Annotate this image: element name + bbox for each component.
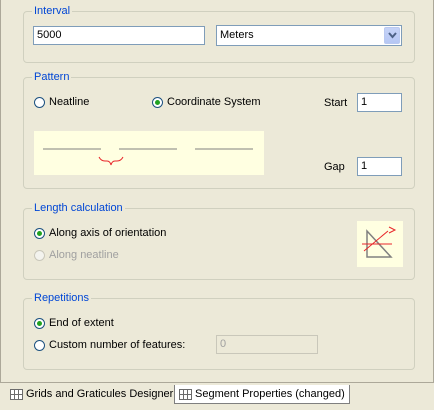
- pattern-group-title: Pattern: [32, 70, 72, 84]
- interval-units-value: Meters: [220, 29, 254, 41]
- start-input[interactable]: 1: [357, 93, 402, 112]
- custom-number-radio[interactable]: Custom number of features:: [34, 338, 185, 352]
- radio-button-selected-icon[interactable]: [34, 317, 45, 329]
- interval-value-input[interactable]: 5000: [33, 26, 205, 45]
- radio-button-disabled-icon: [34, 249, 45, 261]
- pattern-coordinate-system-label: Coordinate System: [167, 96, 261, 108]
- tab-segment-properties[interactable]: Segment Properties (changed): [174, 385, 350, 404]
- repetitions-group: Repetitions End of extent Custom number …: [23, 291, 415, 370]
- grid-icon: [179, 388, 192, 400]
- grid-icon: [10, 388, 23, 400]
- orientation-diagram-icon: [362, 226, 397, 258]
- end-of-extent-label: End of extent: [49, 317, 114, 329]
- gap-input[interactable]: 1: [357, 157, 402, 176]
- custom-number-input: 0: [216, 335, 318, 354]
- length-calculation-group-title: Length calculation: [32, 201, 125, 215]
- radio-button-icon[interactable]: [34, 339, 45, 351]
- tab-label: Segment Properties (changed): [195, 388, 345, 400]
- radio-button-selected-icon[interactable]: [152, 96, 163, 108]
- start-label: Start: [324, 97, 348, 109]
- pattern-preview-icon: [43, 148, 253, 166]
- along-axis-radio[interactable]: Along axis of orientation: [34, 226, 166, 240]
- interval-units-select[interactable]: Meters: [216, 25, 402, 46]
- length-calculation-group: Length calculation Along axis of orienta…: [23, 201, 415, 280]
- interval-group-title: Interval: [32, 4, 73, 18]
- pattern-neatline-label: Neatline: [49, 96, 90, 108]
- radio-button-icon[interactable]: [34, 96, 45, 108]
- interval-group: Interval 5000 Meters: [23, 4, 415, 63]
- along-neatline-label: Along neatline: [49, 249, 119, 261]
- custom-number-label: Custom number of features:: [49, 339, 186, 351]
- orientation-preview: [357, 221, 403, 267]
- segment-properties-panel: Interval 5000 Meters Pattern Neatline Co…: [0, 0, 434, 382]
- pattern-group: Pattern Neatline Coordinate System Start…: [23, 70, 415, 189]
- end-of-extent-radio[interactable]: End of extent: [34, 316, 114, 330]
- along-neatline-radio: Along neatline: [34, 248, 119, 262]
- radio-button-selected-icon[interactable]: [34, 227, 45, 239]
- pattern-coordinate-system-radio[interactable]: Coordinate System: [152, 95, 261, 109]
- tab-label: Grids and Graticules Designer: [26, 388, 174, 400]
- pattern-preview: [34, 131, 264, 175]
- repetitions-group-title: Repetitions: [32, 291, 92, 305]
- tab-grids-and-graticules-designer[interactable]: Grids and Graticules Designer: [6, 385, 177, 403]
- along-axis-label: Along axis of orientation: [49, 227, 167, 239]
- gap-label: Gap: [324, 161, 345, 173]
- pattern-neatline-radio[interactable]: Neatline: [34, 95, 89, 109]
- chevron-down-icon[interactable]: [384, 27, 400, 44]
- designer-tab-bar: Grids and Graticules Designer Segment Pr…: [0, 382, 434, 410]
